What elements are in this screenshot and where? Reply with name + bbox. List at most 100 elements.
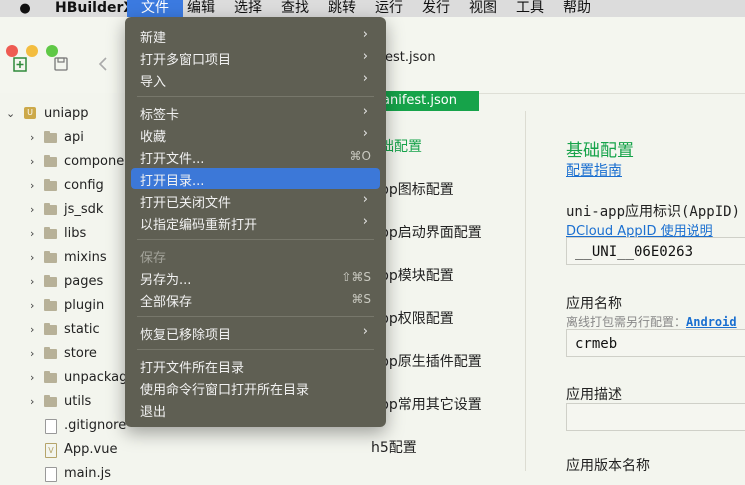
android-link[interactable]: Android <box>686 315 737 329</box>
tree-folder-pages[interactable]: › pages <box>0 271 130 293</box>
menu-item-reopen-encoding[interactable]: 以指定编码重新打开 › <box>131 212 380 233</box>
project-icon: U <box>24 107 36 119</box>
menu-item-label: 全部保存 <box>140 295 193 310</box>
chevron-right-icon[interactable]: › <box>30 227 34 240</box>
menu-app-name[interactable]: HBuilderX <box>55 0 134 17</box>
menu-item-save-all[interactable]: 全部保存 ⌘S <box>131 289 380 310</box>
chevron-right-icon: › <box>362 27 368 42</box>
nav-basic-config[interactable]: 础配置 <box>380 136 422 156</box>
nav-app-icon[interactable]: pp图标配置 <box>380 179 454 199</box>
folder-label: js_sdk <box>64 202 104 217</box>
menu-item-label: 新建 <box>140 31 167 46</box>
manifest-content: 基础配置 配置指南 uni-app应用标识(AppID) DCloud AppI… <box>526 111 745 474</box>
tree-project[interactable]: ⌄ U uniapp <box>0 103 130 125</box>
nav-h5[interactable]: h5配置 <box>371 437 417 457</box>
tree-folder-api[interactable]: › api <box>0 127 130 149</box>
chevron-right-icon[interactable]: › <box>30 203 34 216</box>
menu-item-import[interactable]: 导入 › <box>131 69 380 90</box>
menu-item-tabs[interactable]: 标签卡 › <box>131 102 380 123</box>
folder-icon <box>44 227 57 239</box>
app-name-field[interactable]: crmeb <box>566 329 745 357</box>
menu-view[interactable]: 视图 <box>469 0 497 17</box>
vue-file-icon: V <box>45 443 57 458</box>
folder-icon <box>44 203 57 215</box>
menu-publish[interactable]: 发行 <box>422 0 450 17</box>
nav-permissions[interactable]: pp权限配置 <box>380 308 454 328</box>
editor-tab[interactable]: est.json <box>385 50 436 65</box>
folder-icon <box>44 131 57 143</box>
appid-field[interactable]: __UNI__06E0263 <box>566 237 745 265</box>
menu-select[interactable]: 选择 <box>234 0 262 17</box>
menu-item-reveal-in-folder[interactable]: 打开文件所在目录 <box>131 355 380 376</box>
folder-label: plugin <box>64 298 105 313</box>
tree-folder-static[interactable]: › static <box>0 319 130 341</box>
manifest-tab[interactable]: anifest.json <box>380 91 479 111</box>
app-desc-field[interactable] <box>566 403 745 431</box>
app-version-label: 应用版本名称 <box>566 458 650 474</box>
tree-folder-mixins[interactable]: › mixins <box>0 247 130 269</box>
nav-splash[interactable]: pp启动界面配置 <box>380 222 482 242</box>
tree-folder-libs[interactable]: › libs <box>0 223 130 245</box>
menu-find[interactable]: 查找 <box>281 0 309 17</box>
file-label: .gitignore <box>64 418 127 433</box>
menu-edit[interactable]: 编辑 <box>187 0 215 17</box>
tree-folder-config[interactable]: › config <box>0 175 130 197</box>
menu-item-label: 另存为... <box>140 273 192 288</box>
chevron-right-icon[interactable]: › <box>30 395 34 408</box>
menu-tools[interactable]: 工具 <box>516 0 544 17</box>
tree-folder-components[interactable]: › components <box>0 151 144 173</box>
nav-modules[interactable]: pp模块配置 <box>380 265 454 285</box>
new-file-icon[interactable] <box>11 55 29 73</box>
menu-item-reopen-closed[interactable]: 打开已关闭文件 › <box>131 190 380 211</box>
chevron-right-icon[interactable]: › <box>30 299 34 312</box>
menu-item-label: 打开多窗口项目 <box>140 53 232 68</box>
chevron-right-icon[interactable]: › <box>30 179 34 192</box>
menu-item-save[interactable]: 保存 <box>131 245 380 266</box>
menu-file[interactable]: 文件 <box>127 0 183 17</box>
folder-icon <box>44 299 57 311</box>
chevron-right-icon[interactable]: › <box>30 371 34 384</box>
menu-goto[interactable]: 跳转 <box>328 0 356 17</box>
chevron-right-icon[interactable]: › <box>30 275 34 288</box>
chevron-right-icon[interactable]: › <box>30 251 34 264</box>
menu-help[interactable]: 帮助 <box>563 0 591 17</box>
tree-folder-utils[interactable]: › utils <box>0 391 130 413</box>
chevron-right-icon[interactable]: › <box>30 155 34 168</box>
app-name-hint: 离线打包需另行配置：Android <box>566 313 737 330</box>
file-icon <box>45 467 57 482</box>
folder-icon <box>44 323 57 335</box>
nav-other-settings[interactable]: pp常用其它设置 <box>380 394 482 414</box>
project-tree: ⌄ U uniapp › api › components › config ›… <box>0 93 144 482</box>
menu-item-favorites[interactable]: 收藏 › <box>131 124 380 145</box>
back-icon[interactable] <box>95 55 113 73</box>
menu-item-open-in-terminal[interactable]: 使用命令行窗口打开所在目录 <box>131 377 380 398</box>
save-icon[interactable] <box>52 55 70 73</box>
tree-folder-unpackage[interactable]: › unpackage <box>0 367 135 389</box>
file-label: App.vue <box>64 442 118 457</box>
tree-file-app-vue[interactable]: V App.vue <box>0 439 130 461</box>
tree-folder-store[interactable]: › store <box>0 343 130 365</box>
menu-item-open-file[interactable]: 打开文件... ⌘O <box>131 146 380 167</box>
menu-item-label: 保存 <box>140 251 167 266</box>
tree-file-gitignore[interactable]: .gitignore <box>0 415 130 437</box>
file-menu: 新建 › 打开多窗口项目 › 导入 › 标签卡 › 收藏 › 打开文件... ⌘… <box>125 17 386 427</box>
chevron-right-icon[interactable]: › <box>30 323 34 336</box>
tree-folder-plugin[interactable]: › plugin <box>0 295 130 317</box>
apple-icon[interactable]: ● <box>18 1 32 16</box>
chevron-down-icon[interactable]: ⌄ <box>6 107 15 120</box>
appid-label: uni-app应用标识(AppID) <box>566 204 741 220</box>
chevron-right-icon: › <box>362 214 368 229</box>
menu-item-save-as[interactable]: 另存为... ⇧⌘S <box>131 267 380 288</box>
menu-item-open-multi-window[interactable]: 打开多窗口项目 › <box>131 47 380 68</box>
menu-item-open-directory[interactable]: 打开目录... <box>131 168 380 189</box>
nav-native-plugins[interactable]: pp原生插件配置 <box>380 351 482 371</box>
chevron-right-icon[interactable]: › <box>30 347 34 360</box>
menu-run[interactable]: 运行 <box>375 0 403 17</box>
chevron-right-icon[interactable]: › <box>30 131 34 144</box>
tree-file-main-js[interactable]: main.js <box>0 463 130 485</box>
tree-folder-js-sdk[interactable]: › js_sdk <box>0 199 130 221</box>
guide-link[interactable]: 配置指南 <box>566 160 622 180</box>
menu-item-restore-removed[interactable]: 恢复已移除项目 › <box>131 322 380 343</box>
menu-item-quit[interactable]: 退出 <box>131 399 380 420</box>
menu-item-new[interactable]: 新建 › <box>131 25 380 46</box>
